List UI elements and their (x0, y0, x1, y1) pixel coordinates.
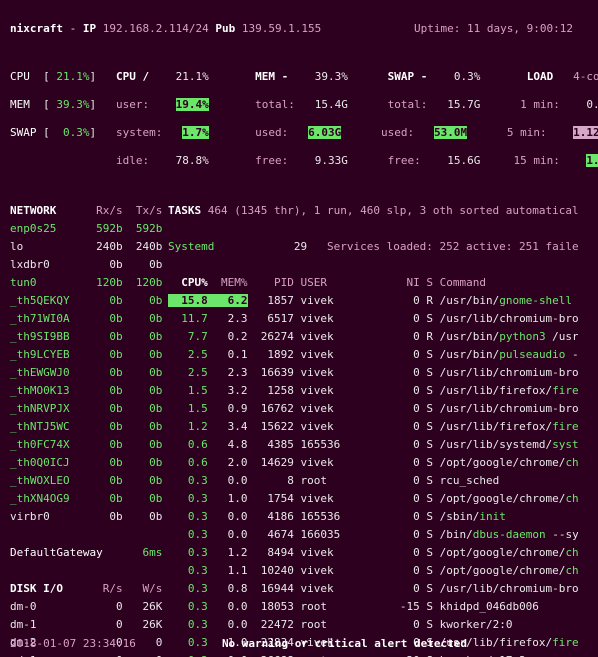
body-row: dm-0 0 26K 0.3 0.0 18053 root -15 S khid… (10, 600, 588, 618)
body-row: _thXN4OG9 0b 0b 0.3 1.0 1754 vivek 0 S /… (10, 492, 588, 510)
body-row: DISK I/O R/s W/s 0.3 0.8 16944 vivek 0 S… (10, 582, 588, 600)
body-row: dm-1 0 26K 0.3 0.0 22472 root 0 S kworke… (10, 618, 588, 636)
gauge-row-4: idle: 78.8% free: 9.33G free: 15.6G 15 m… (10, 154, 588, 168)
body-row: lxdbr0 0b 0b (10, 258, 588, 276)
body-row: lo 240b 240bSystemd 29 Services loaded: … (10, 240, 588, 258)
gauge-row-1: CPU [ 21.1%] CPU / 21.1% MEM - 39.3% SWA… (10, 70, 588, 84)
header-line: nixcraft - IP 192.168.2.114/24 Pub 139.5… (10, 22, 588, 36)
body-row: NETWORK Rx/s Tx/sTASKS 464 (1345 thr), 1… (10, 204, 588, 222)
body-row: tun0 120b 120b CPU% MEM% PID USER NI S C… (10, 276, 588, 294)
body-row: _th5QEKQY 0b 0b 15.8 6.2 1857 vivek 0 R … (10, 294, 588, 312)
body-row: _thMO0K13 0b 0b 1.5 3.2 1258 vivek 0 S /… (10, 384, 588, 402)
body-row: _thNRVPJX 0b 0b 1.5 0.9 16762 vivek 0 S … (10, 402, 588, 420)
body-row: 0.3 1.1 10240 vivek 0 S /opt/google/chro… (10, 564, 588, 582)
body-row: _th9SI9BB 0b 0b 7.7 0.2 26274 vivek 0 R … (10, 330, 588, 348)
footer: 2018-01-07 23:34:16 No warning or critic… (10, 637, 588, 651)
body-row: _thNTJ5WC 0b 0b 1.2 3.4 15622 vivek 0 S … (10, 420, 588, 438)
terminal-screen[interactable]: nixcraft - IP 192.168.2.114/24 Pub 139.5… (0, 0, 598, 657)
gauge-row-2: MEM [ 39.3%] user: 19.4% total: 15.4G to… (10, 98, 588, 112)
body-row: virbr0 0b 0b 0.3 0.0 4186 165536 0 S /sb… (10, 510, 588, 528)
body-row: _th0FC74X 0b 0b 0.6 4.8 4385 165536 0 S … (10, 438, 588, 456)
hostname: nixcraft (10, 22, 63, 35)
body-row: DefaultGateway 6ms 0.3 1.2 8494 vivek 0 … (10, 546, 588, 564)
body-row: _th71WI0A 0b 0b 11.7 2.3 6517 vivek 0 S … (10, 312, 588, 330)
gauge-row-3: SWAP [ 0.3%] system: 1.7% used: 6.03G us… (10, 126, 588, 140)
body-row: _th9LCYEB 0b 0b 2.5 0.1 1892 vivek 0 S /… (10, 348, 588, 366)
body-row: 0.3 0.0 4674 166035 0 S /bin/dbus-daemon… (10, 528, 588, 546)
body-row: _thEWGWJ0 0b 0b 2.5 2.3 16639 vivek 0 S … (10, 366, 588, 384)
body-row: enp0s25 592b 592b (10, 222, 588, 240)
body-row: _thWOXLEO 0b 0b 0.3 0.0 8 root 0 S rcu_s… (10, 474, 588, 492)
body-row: _th0Q0ICJ 0b 0b 0.6 2.0 14629 vivek 0 S … (10, 456, 588, 474)
